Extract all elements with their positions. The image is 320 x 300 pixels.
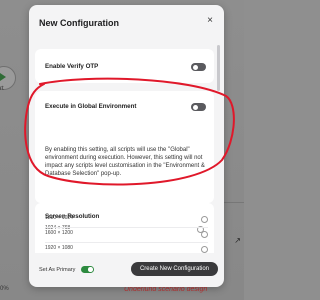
radio-button[interactable] (201, 216, 208, 223)
setting-card-verify-otp: Enable Verify OTP (35, 49, 214, 83)
verify-otp-label: Enable Verify OTP (45, 63, 99, 70)
setting-card-global-environment: Execute in Global Environment By enablin… (35, 91, 214, 203)
play-icon (0, 73, 6, 81)
divider (45, 242, 208, 243)
scrollbar-thumb[interactable] (217, 45, 220, 91)
set-as-primary-toggle[interactable] (81, 266, 94, 273)
modal-title: New Configuration (39, 18, 119, 28)
resolution-option[interactable]: 1600 × 1200 (45, 230, 208, 240)
set-as-primary-label: Set As Primary (39, 267, 76, 273)
global-environment-description: By enabling this setting, all scripts wi… (45, 147, 205, 177)
zoom-level: 0% (0, 286, 9, 292)
resolution-option-label: 1920 × 1080 (45, 245, 73, 251)
resolution-option[interactable]: 1920 × 1080 (45, 245, 208, 255)
global-environment-label: Execute in Global Environment (45, 103, 137, 110)
close-icon[interactable]: × (204, 15, 216, 27)
expand-arrow-icon[interactable]: ↗ (234, 236, 241, 245)
radio-button[interactable] (201, 231, 208, 238)
node-label: rt (0, 86, 4, 92)
divider (45, 227, 208, 228)
resolution-option-label: 1600 × 1200 (45, 230, 73, 236)
verify-otp-toggle[interactable] (191, 63, 206, 71)
canvas-footer-text: Underlund scenario design (124, 286, 208, 293)
radio-button[interactable] (201, 246, 208, 253)
resolution-option-label: 1280 × 1024 (45, 215, 73, 221)
global-environment-toggle[interactable] (191, 103, 206, 111)
resolution-option[interactable]: 1280 × 1024 (45, 215, 208, 225)
new-configuration-modal: New Configuration × Enable Verify OTP Ex… (29, 5, 224, 287)
create-new-configuration-button[interactable]: Create New Configuration (131, 262, 218, 276)
